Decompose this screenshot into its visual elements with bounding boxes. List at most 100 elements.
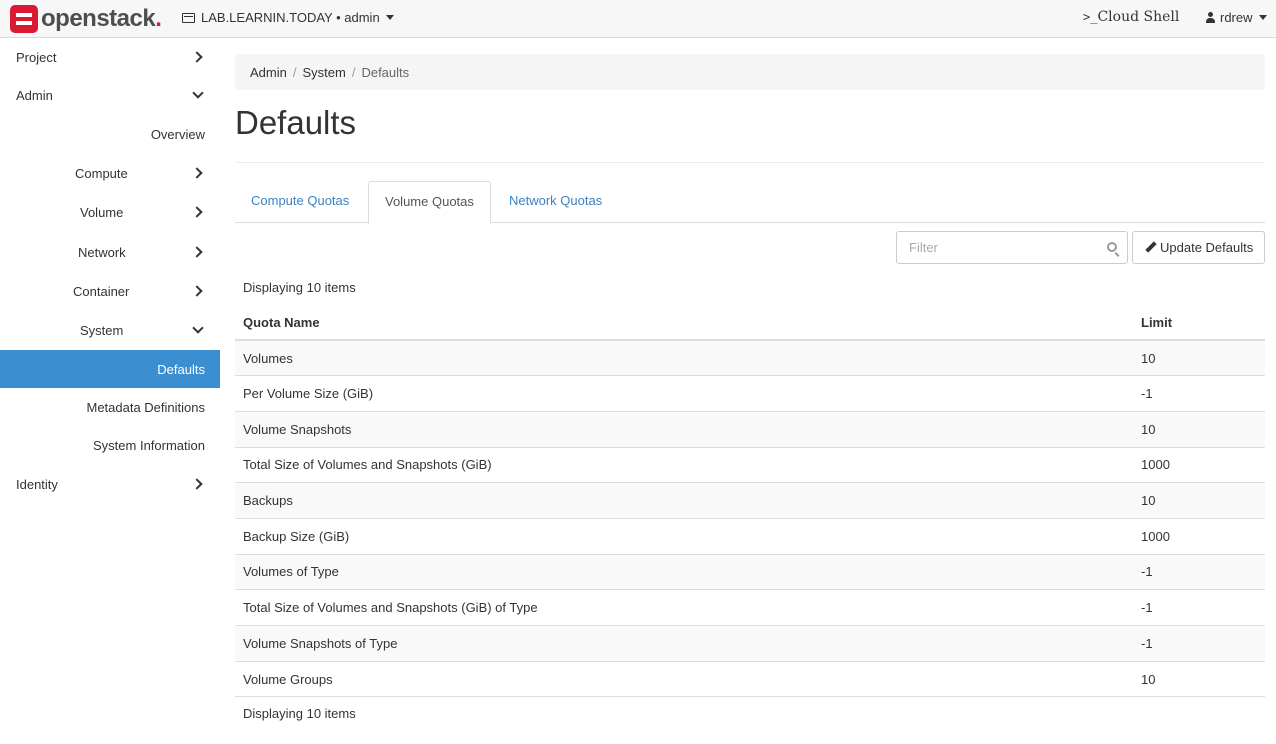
sidebar-item-defaults[interactable]: Defaults: [0, 350, 220, 388]
divider: [235, 162, 1265, 163]
table-row: Volumes 10: [235, 340, 1265, 377]
filter-box: [896, 231, 1128, 264]
quota-name-cell: Per Volume Size (GiB): [235, 375, 1133, 412]
sidebar-item-system-information[interactable]: System Information: [0, 426, 220, 464]
table-row: Total Size of Volumes and Snapshots (GiB…: [235, 447, 1265, 484]
quota-name-cell: Backup Size (GiB): [235, 518, 1133, 555]
project-icon: [182, 12, 195, 23]
limit-cell: 10: [1133, 411, 1265, 448]
sidebar-item-identity[interactable]: Identity: [0, 465, 220, 503]
quota-name-cell: Volumes: [235, 340, 1133, 377]
brand-name: openstack.: [41, 5, 162, 32]
sidebar-item-label: System: [80, 322, 124, 338]
table-row: Volumes of Type -1: [235, 554, 1265, 591]
user-name: rdrew: [1220, 10, 1253, 25]
limit-cell: 10: [1133, 340, 1265, 377]
quota-name-cell: Volume Snapshots of Type: [235, 625, 1133, 662]
sidebar-item-container[interactable]: Container: [0, 272, 220, 310]
caret-down-icon: [385, 15, 394, 20]
chevron-down-icon: [192, 322, 204, 334]
chevron-down-icon: [192, 87, 204, 99]
sidebar-item-overview[interactable]: Overview: [0, 115, 220, 153]
sidebar-item-label: System Information: [93, 437, 205, 453]
items-count-bottom: Displaying 10 items: [243, 706, 356, 721]
sidebar-item-label: Metadata Definitions: [86, 399, 205, 415]
project-switcher[interactable]: LAB.LEARNIN.TODAY • admin: [182, 10, 394, 25]
items-count-top: Displaying 10 items: [243, 280, 356, 295]
table-row: Backups 10: [235, 482, 1265, 519]
limit-cell: 10: [1133, 661, 1265, 698]
quota-name-cell: Backups: [235, 482, 1133, 519]
sidebar-item-volume[interactable]: Volume: [0, 193, 220, 231]
update-defaults-button[interactable]: Update Defaults: [1132, 231, 1265, 264]
table-row: Backup Size (GiB) 1000: [235, 518, 1265, 555]
table-row: Volume Groups 10: [235, 661, 1265, 698]
limit-cell: 10: [1133, 482, 1265, 519]
sidebar-item-label: Container: [73, 283, 130, 299]
limit-cell: -1: [1133, 375, 1265, 412]
chevron-right-icon: [191, 167, 203, 179]
filter-input[interactable]: [909, 232, 1099, 263]
sidebar-item-label: Overview: [150, 126, 205, 142]
sidebar-item-admin[interactable]: Admin: [0, 76, 220, 114]
table-row: Total Size of Volumes and Snapshots (GiB…: [235, 589, 1265, 626]
breadcrumb-separator: /: [292, 64, 297, 80]
sidebar-item-project[interactable]: Project: [0, 38, 220, 76]
quota-name-cell: Total Size of Volumes and Snapshots (GiB…: [235, 589, 1133, 626]
breadcrumb-system[interactable]: System: [302, 65, 345, 80]
sidebar-item-label: Compute: [75, 165, 128, 181]
tab-compute-quotas[interactable]: Compute Quotas: [235, 181, 365, 223]
caret-down-icon: [1258, 15, 1267, 20]
table-header-row: Quota Name Limit: [235, 305, 1265, 341]
quota-name-cell: Volume Snapshots: [235, 411, 1133, 448]
quota-name-cell: Volume Groups: [235, 661, 1133, 698]
limit-cell: -1: [1133, 554, 1265, 591]
limit-cell: 1000: [1133, 447, 1265, 484]
sidebar-item-label: Network: [78, 244, 126, 260]
pencil-icon: [1145, 242, 1156, 253]
quota-tabs: Compute Quotas Volume Quotas Network Quo…: [235, 181, 1265, 224]
table-row: Volume Snapshots 10: [235, 411, 1265, 448]
openstack-logo[interactable]: openstack.: [10, 5, 162, 33]
breadcrumb-admin[interactable]: Admin: [250, 65, 287, 80]
column-header-quota-name[interactable]: Quota Name: [235, 305, 1133, 341]
update-defaults-label: Update Defaults: [1160, 240, 1254, 255]
sidebar-item-label: Identity: [16, 476, 58, 492]
breadcrumb-current: Defaults: [361, 64, 410, 80]
limit-cell: -1: [1133, 589, 1265, 626]
user-menu[interactable]: rdrew: [1206, 10, 1267, 25]
openstack-logo-icon: [10, 5, 38, 33]
search-icon[interactable]: [1107, 242, 1117, 252]
user-icon: [1206, 12, 1215, 23]
sidebar-item-system[interactable]: System: [0, 311, 220, 349]
quota-name-cell: Total Size of Volumes and Snapshots (GiB…: [235, 447, 1133, 484]
sidebar-item-compute[interactable]: Compute: [0, 154, 220, 192]
sidebar-item-label: Admin: [16, 87, 53, 103]
chevron-right-icon: [191, 285, 203, 297]
chevron-right-icon: [191, 246, 203, 258]
sidebar: Project Admin Overview Compute Volume Ne…: [0, 38, 220, 744]
terminal-icon: >_: [1083, 10, 1098, 24]
table-row: Volume Snapshots of Type -1: [235, 625, 1265, 662]
top-navbar: openstack. LAB.LEARNIN.TODAY • admin >_C…: [0, 0, 1276, 38]
tab-network-quotas[interactable]: Network Quotas: [493, 181, 618, 223]
limit-cell: -1: [1133, 625, 1265, 662]
tab-volume-quotas[interactable]: Volume Quotas: [368, 181, 491, 224]
quota-table: Quota Name Limit Volumes 10 Per Volume S…: [235, 305, 1265, 698]
breadcrumb: Admin / System / Defaults: [235, 54, 1265, 90]
project-switcher-label: LAB.LEARNIN.TODAY • admin: [201, 10, 380, 25]
breadcrumb-separator: /: [351, 64, 356, 80]
table-row: Per Volume Size (GiB) -1: [235, 375, 1265, 412]
cloud-shell-label: Cloud Shell: [1097, 9, 1180, 25]
chevron-right-icon: [191, 478, 203, 490]
chevron-right-icon: [191, 51, 203, 63]
quota-name-cell: Volumes of Type: [235, 554, 1133, 591]
sidebar-item-label: Defaults: [157, 361, 205, 377]
column-header-limit[interactable]: Limit: [1133, 305, 1265, 341]
sidebar-item-network[interactable]: Network: [0, 233, 220, 271]
cloud-shell-button[interactable]: >_Cloud Shell: [1083, 9, 1179, 25]
sidebar-item-label: Volume: [80, 204, 124, 220]
chevron-right-icon: [191, 206, 203, 218]
sidebar-item-metadata-definitions[interactable]: Metadata Definitions: [0, 388, 220, 426]
limit-cell: 1000: [1133, 518, 1265, 555]
